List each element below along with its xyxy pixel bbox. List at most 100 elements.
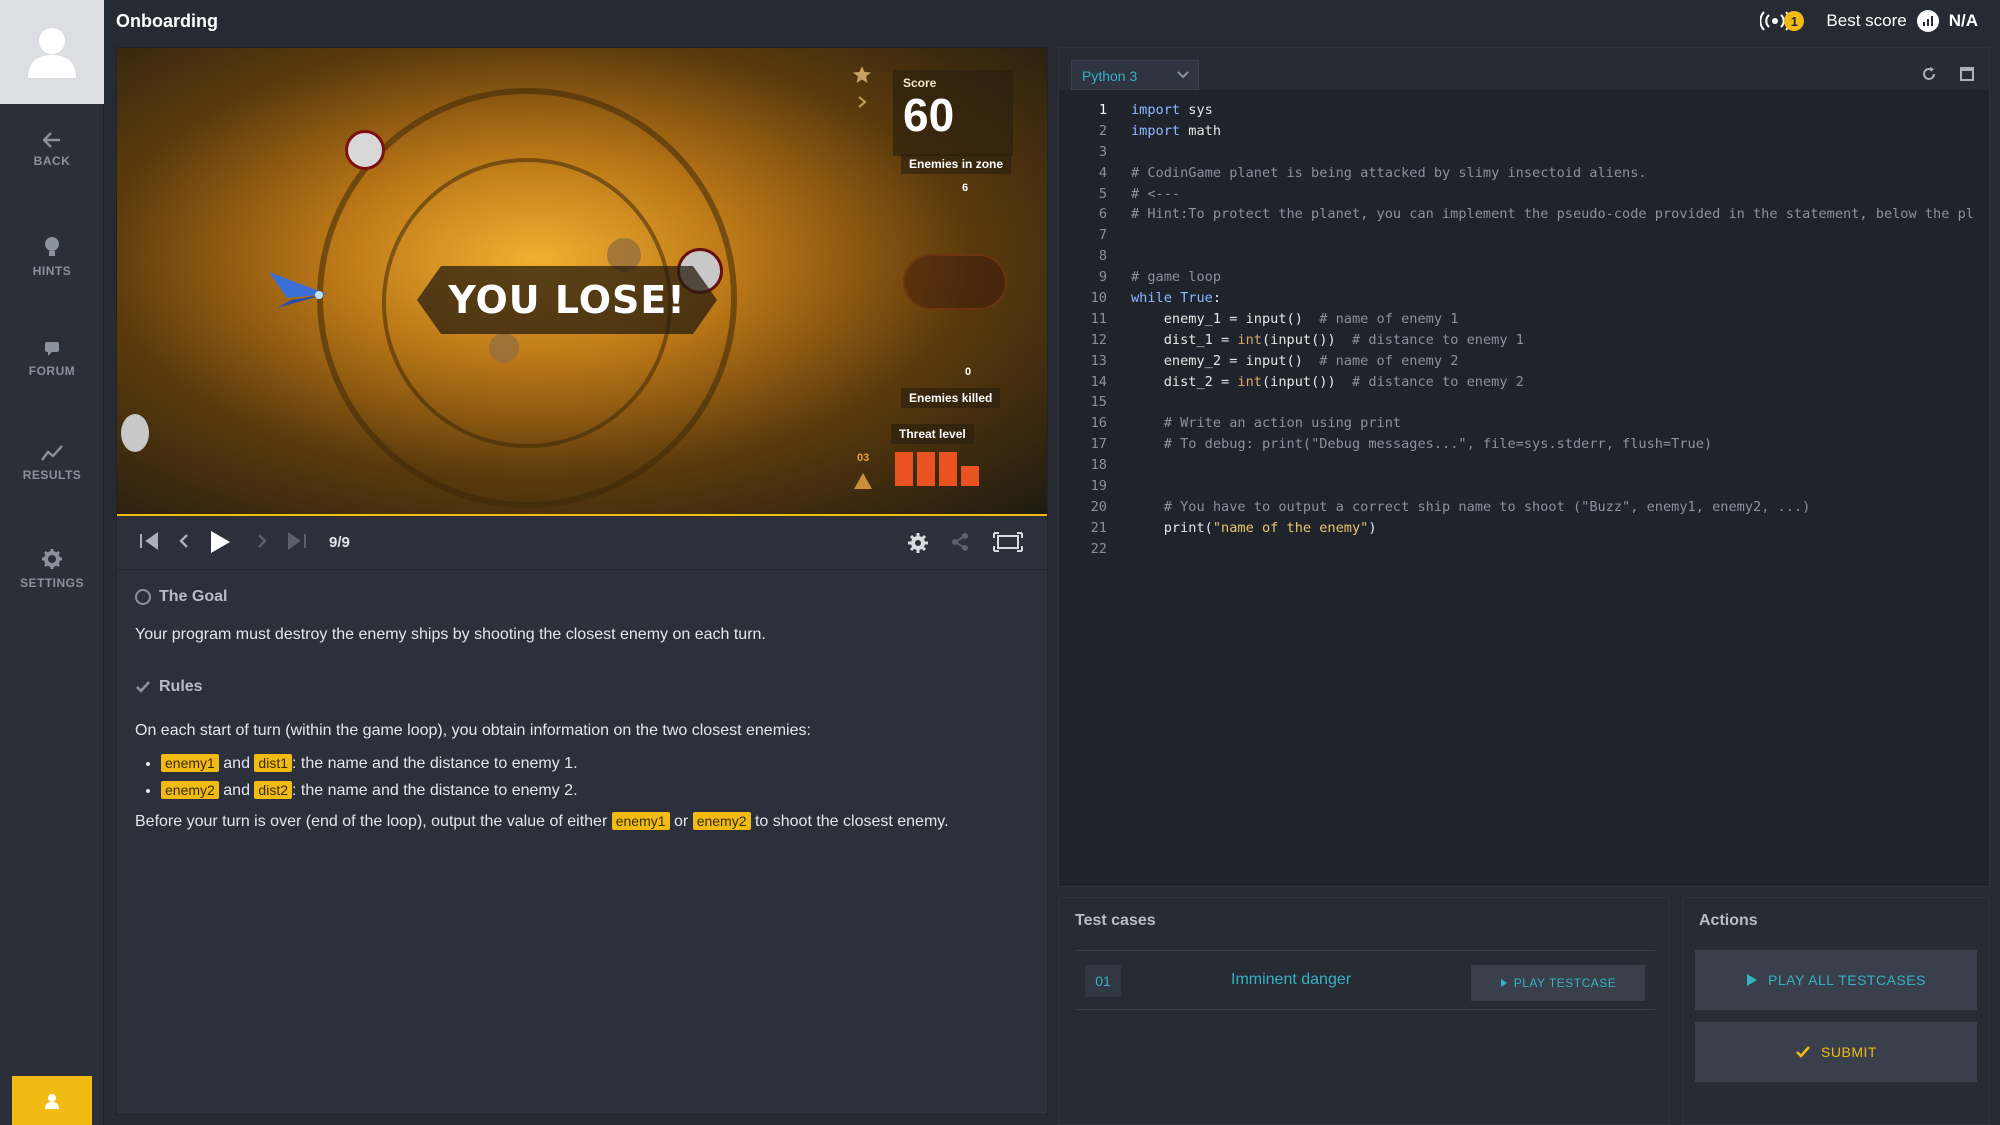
profile-button[interactable] xyxy=(12,1076,92,1125)
reset-code-button[interactable] xyxy=(1921,66,1937,87)
nav-back[interactable]: BACK xyxy=(0,132,104,168)
step-back-button[interactable] xyxy=(177,532,191,555)
code-line[interactable]: 22 xyxy=(1059,539,1989,560)
line-number: 10 xyxy=(1090,290,1107,307)
language-select[interactable]: Python 3 xyxy=(1071,60,1199,90)
goal-text: Your program must destroy the enemy ship… xyxy=(135,626,766,643)
nav-forum[interactable]: FORUM xyxy=(0,340,104,378)
play-testcase-label: PLAY TESTCASE xyxy=(1513,976,1617,990)
testcase-number: 01 xyxy=(1085,965,1121,997)
fullscreen-button[interactable] xyxy=(993,532,1023,557)
nav-settings[interactable]: SETTINGS xyxy=(0,548,104,590)
code-line[interactable]: 10 while True: xyxy=(1059,288,1989,309)
line-number: 8 xyxy=(1098,248,1107,265)
game-viewer[interactable]: YOU LOSE! Score 60 Enemies in zone 6 0 E… xyxy=(117,48,1047,516)
var-enemy2: enemy2 xyxy=(161,781,219,799)
var-enemy1: enemy1 xyxy=(161,754,219,772)
code-line[interactable]: 16 # Write an action using print xyxy=(1059,413,1989,434)
score-value: 60 xyxy=(903,89,955,141)
play-icon xyxy=(1747,974,1758,986)
submit-button[interactable]: SUBMIT xyxy=(1695,1022,1977,1082)
enemy-sprite xyxy=(121,414,149,452)
code-text: # You have to output a correct ship name… xyxy=(1163,498,1811,515)
line-number: 13 xyxy=(1090,352,1107,369)
code-line[interactable]: 4 # CodinGame planet is being attacked by… xyxy=(1059,163,1989,184)
line-number: 11 xyxy=(1090,310,1107,327)
line-number: 3 xyxy=(1098,143,1107,160)
checkmark-icon xyxy=(1796,1046,1811,1058)
code-line[interactable]: 13 enemy_2 = input() # name of enemy 2 xyxy=(1059,351,1989,372)
rule-item: enemy2 and dist2: the name and the dista… xyxy=(161,777,1025,804)
line-number: 14 xyxy=(1090,373,1107,390)
output-rule: Before your turn is over (end of the loo… xyxy=(135,810,1025,833)
play-button[interactable] xyxy=(209,530,231,559)
code-area[interactable]: 1 import sys 2 import math 3 4 # CodinGame pla… xyxy=(1059,100,1989,560)
top-right-area: 1 Best score N/A xyxy=(1760,10,1978,32)
enemies-in-zone-value: 6 xyxy=(962,182,969,194)
code-line[interactable]: 1 import sys xyxy=(1059,100,1989,121)
play-icon xyxy=(211,531,230,553)
code-line[interactable]: 11 enemy_1 = input() # name of enemy 1 xyxy=(1059,309,1989,330)
code-line[interactable]: 12 dist_1 = int(input()) # distance to e… xyxy=(1059,330,1989,351)
maximize-icon xyxy=(1960,67,1974,81)
code-line[interactable]: 5 # <--- xyxy=(1059,184,1989,205)
enemy-sprite xyxy=(345,130,385,170)
code-line[interactable]: 17 # To debug: print("Debug messages..."… xyxy=(1059,434,1989,455)
viewer-progress-line xyxy=(117,514,1047,516)
enemies-in-zone-label: Enemies in zone xyxy=(901,154,1012,174)
maximize-editor-button[interactable] xyxy=(1959,66,1975,87)
threat-bar xyxy=(895,452,913,486)
line-number: 16 xyxy=(1090,415,1107,432)
goal-title: The Goal xyxy=(159,588,228,605)
code-line[interactable]: 18 xyxy=(1059,455,1989,476)
rewind-icon xyxy=(140,532,158,550)
testcase-row[interactable]: 01 Imminent danger PLAY TESTCASE xyxy=(1075,950,1655,1010)
code-line[interactable]: 2 import math xyxy=(1059,121,1989,142)
frame-counter: 9/9 xyxy=(329,534,350,551)
play-testcase-button[interactable]: PLAY TESTCASE xyxy=(1471,965,1645,1001)
rewind-button[interactable] xyxy=(139,532,159,555)
avatar[interactable] xyxy=(0,0,104,104)
code-line[interactable]: 8 xyxy=(1059,246,1989,267)
code-text: # game loop xyxy=(1131,269,1222,286)
rules-section-title: Rules xyxy=(135,678,1025,696)
nav-hints[interactable]: HINTS xyxy=(0,236,104,278)
code-line[interactable]: 20 # You have to output a correct ship n… xyxy=(1059,497,1989,518)
nav-forum-label: FORUM xyxy=(28,364,76,378)
result-text: YOU LOSE! xyxy=(448,278,686,322)
code-line[interactable]: 19 xyxy=(1059,476,1989,497)
nav-results-label: RESULTS xyxy=(22,468,82,482)
code-line[interactable]: 9 # game loop xyxy=(1059,267,1989,288)
play-all-testcases-button[interactable]: PLAY ALL TESTCASES xyxy=(1695,950,1977,1010)
line-number: 7 xyxy=(1098,227,1107,244)
best-score-label: Best score xyxy=(1826,11,1907,30)
fast-forward-button[interactable] xyxy=(287,532,307,555)
line-number: 2 xyxy=(1098,122,1107,139)
nav-results[interactable]: RESULTS xyxy=(0,444,104,482)
chevron-left-icon xyxy=(179,534,188,548)
share-button[interactable] xyxy=(951,532,969,557)
threat-bar xyxy=(939,452,957,486)
code-line[interactable]: 3 xyxy=(1059,142,1989,163)
viewer-settings-button[interactable] xyxy=(907,532,929,559)
enemies-killed-value: 0 xyxy=(965,366,972,378)
code-text: import math xyxy=(1131,122,1222,139)
chevron-right-icon xyxy=(258,534,267,548)
code-line[interactable]: 15 xyxy=(1059,392,1989,413)
best-score-value: N/A xyxy=(1948,11,1978,30)
code-text: # Hint:To protect the planet, you can im… xyxy=(1131,206,1974,223)
rule-and: and xyxy=(223,755,250,772)
broadcast-button[interactable]: 1 xyxy=(1760,11,1805,31)
code-line[interactable]: 6 # Hint:To protect the planet, you can i… xyxy=(1059,204,1989,225)
line-number: 22 xyxy=(1090,540,1107,557)
code-line[interactable]: 14 dist_2 = int(input()) # distance to e… xyxy=(1059,372,1989,393)
code-line[interactable]: 7 xyxy=(1059,225,1989,246)
step-forward-button[interactable] xyxy=(255,532,269,555)
code-text: # Write an action using print xyxy=(1163,415,1402,432)
line-number: 21 xyxy=(1090,519,1107,536)
code-line[interactable]: 21 print("name of the enemy") xyxy=(1059,518,1989,539)
actions-panel: Actions PLAY ALL TESTCASES SUBMIT xyxy=(1682,897,1990,1125)
notification-badge: 1 xyxy=(1784,11,1805,31)
goal-section-title: The Goal xyxy=(135,588,1025,606)
nav-settings-label: SETTINGS xyxy=(19,576,84,590)
